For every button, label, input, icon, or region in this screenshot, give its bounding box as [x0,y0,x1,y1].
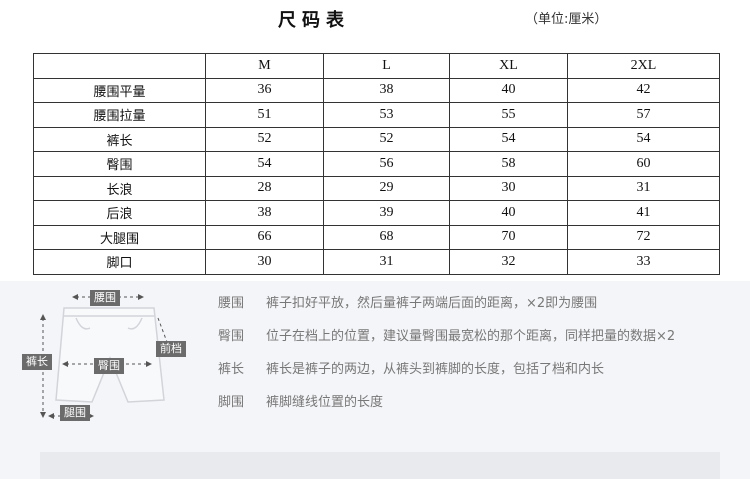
table-cell: 29 [323,175,450,201]
diagram-label-thigh: 腿围 [60,405,90,421]
table-header-cell: XL [449,53,568,79]
table-cell: 39 [323,200,450,226]
table-cell: 56 [323,151,450,177]
table-cell: 60 [567,151,720,177]
definition-text: 裤脚缝线位置的长度 [266,395,384,410]
table-cell: 55 [449,102,568,128]
diagram-label-waist: 腰围 [90,290,120,306]
table-header-cell: M [205,53,324,79]
table-row: 腰围平量 36 38 40 42 [33,77,720,103]
row-label: 长浪 [33,175,206,201]
page-title: 尺码表 [278,10,350,31]
row-label: 腰围平量 [33,77,206,103]
table-cell: 28 [205,175,324,201]
table-cell: 52 [323,126,450,152]
table-row: 长浪 28 29 30 31 [33,175,720,201]
row-label: 裤长 [33,126,206,152]
table-cell: 31 [567,175,720,201]
table-cell: 70 [449,224,568,250]
table-cell: 40 [449,77,568,103]
table-cell: 38 [205,200,324,226]
table-cell: 51 [205,102,324,128]
table-cell: 30 [205,249,324,275]
diagram-label-front-rise: 前档 [156,341,186,357]
table-cell: 58 [449,151,568,177]
row-label: 脚口 [33,249,206,275]
table-cell: 54 [205,151,324,177]
table-cell: 52 [205,126,324,152]
table-cell: 72 [567,224,720,250]
row-label: 臀围 [33,151,206,177]
definition-text: 位子在档上的位置，建议量臀围最宽松的那个距离，同样把量的数据×2 [266,329,676,344]
table-cell: 38 [323,77,450,103]
definition-text: 裤子扣好平放，然后量裤子两端后面的距离，×2即为腰围 [266,296,598,311]
table-header-cell: L [323,53,450,79]
table-cell: 53 [323,102,450,128]
size-table: M L XL 2XL 腰围平量 36 38 40 42 腰围拉量 51 53 5… [33,53,720,275]
diagram-label-length: 裤长 [22,354,52,370]
shorts-diagram: 腰围 前档 裤长 臀围 腿围 [18,288,198,428]
definition-text: 裤长是裤子的两边，从裤头到裤脚的长度，包括了档和内长 [266,362,605,377]
definition-term: 裤长 [218,362,245,377]
table-cell: 40 [449,200,568,226]
table-header-cell: 2XL [567,53,720,79]
table-cell: 30 [449,175,568,201]
table-row: 腰围拉量 51 53 55 57 [33,102,720,128]
definition-term: 臀围 [218,329,245,344]
table-cell: 68 [323,224,450,250]
table-cell: 36 [205,77,324,103]
table-row: 脚口 30 31 32 33 [33,249,720,275]
table-row: 大腿围 66 68 70 72 [33,224,720,250]
definition-item: 裤长 裤长是裤子的两边，从裤头到裤脚的长度，包括了档和内长 [218,360,675,393]
table-cell: 54 [449,126,568,152]
definition-term: 腰围 [218,296,245,311]
table-row: 臀围 54 56 58 60 [33,151,720,177]
row-label: 后浪 [33,200,206,226]
table-cell: 57 [567,102,720,128]
definition-item: 脚围 裤脚缝线位置的长度 [218,393,675,426]
table-cell: 42 [567,77,720,103]
definition-item: 腰围 裤子扣好平放，然后量裤子两端后面的距离，×2即为腰围 [218,294,675,327]
definition-item: 臀围 位子在档上的位置，建议量臀围最宽松的那个距离，同样把量的数据×2 [218,327,675,360]
row-label: 腰围拉量 [33,102,206,128]
table-header-cell [33,53,206,79]
table-cell: 31 [323,249,450,275]
bottom-strip [40,452,720,479]
definition-term: 脚围 [218,395,245,410]
table-cell: 54 [567,126,720,152]
table-cell: 66 [205,224,324,250]
table-cell: 32 [449,249,568,275]
row-label: 大腿围 [33,224,206,250]
unit-note: （单位:厘米） [525,12,608,27]
table-cell: 33 [567,249,720,275]
diagram-label-hip: 臀围 [94,358,124,374]
table-row: 后浪 38 39 40 41 [33,200,720,226]
table-cell: 41 [567,200,720,226]
definitions-list: 腰围 裤子扣好平放，然后量裤子两端后面的距离，×2即为腰围 臀围 位子在档上的位… [218,294,675,426]
table-row: 裤长 52 52 54 54 [33,126,720,152]
table-header-row: M L XL 2XL [33,53,720,79]
